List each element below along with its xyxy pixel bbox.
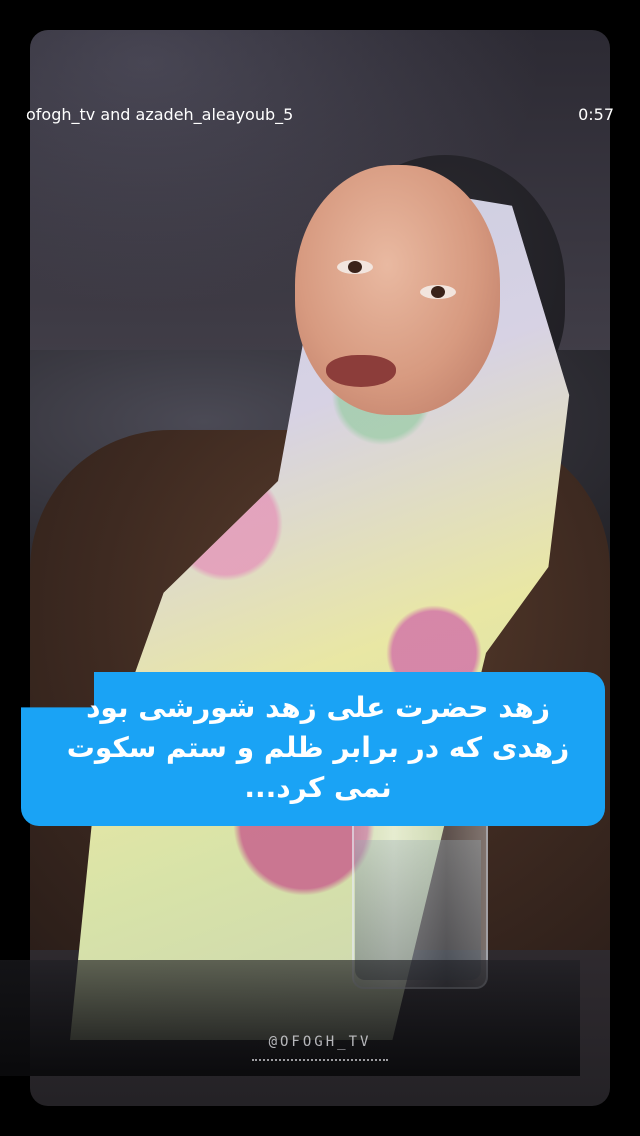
mouth <box>326 355 396 387</box>
story-video-frame[interactable] <box>30 30 610 1106</box>
channel-watermark: @OFOGH_TV <box>268 1034 372 1050</box>
watermark-underline <box>252 1059 388 1061</box>
left-eye <box>337 260 373 274</box>
right-eye <box>420 285 456 299</box>
caption-text: زهد حضرت علی زهد شورشی بود زهدی که در بر… <box>40 688 596 808</box>
story-account-names[interactable]: ofogh_tv and azadeh_aleayoub_5 <box>26 105 293 124</box>
caption-line-2: زهدی که در برابر ظلم و ستم سکوت نمی کرد.… <box>66 731 570 804</box>
glass-water <box>355 840 481 980</box>
speaker-face <box>295 165 500 415</box>
video-timer: 0:57 <box>578 104 614 124</box>
video-scene <box>30 30 610 1106</box>
caption-line-1: زهد حضرت علی زهد شورشی بود <box>86 691 550 724</box>
story-header: ofogh_tv and azadeh_aleayoub_5 0:57 <box>26 100 614 128</box>
